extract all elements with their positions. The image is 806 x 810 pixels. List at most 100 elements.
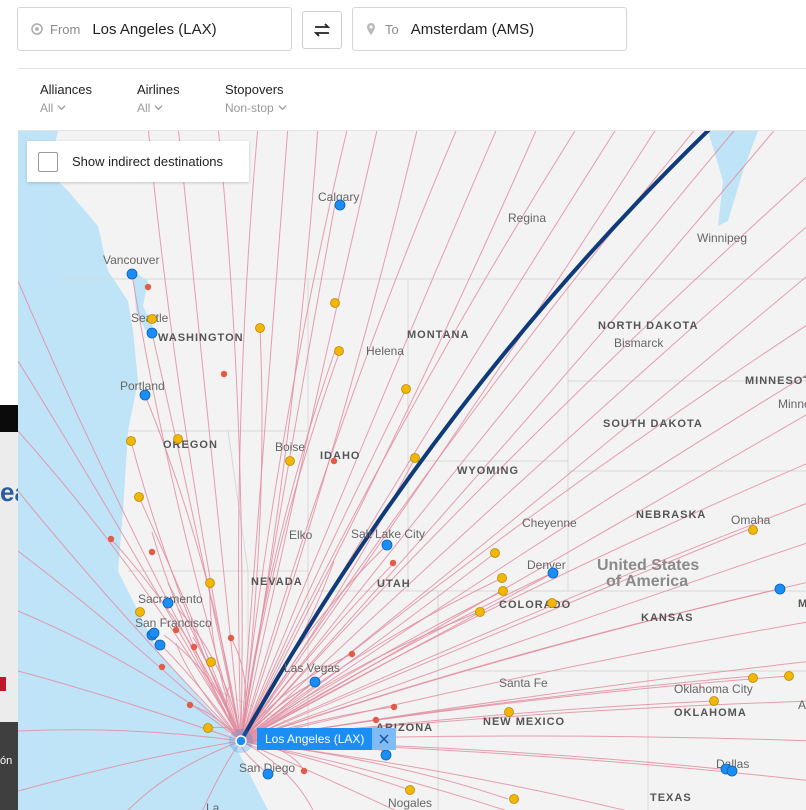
seasonal-airport-marker[interactable] (504, 707, 514, 717)
direct-airport-marker[interactable] (334, 199, 346, 211)
seasonal-airport-marker[interactable] (497, 573, 507, 583)
filter-title: Stopovers (225, 82, 284, 97)
origin-airport-marker[interactable] (235, 735, 247, 747)
direct-airport-marker[interactable] (547, 567, 559, 579)
from-value[interactable]: Los Angeles (LAX) (92, 21, 216, 38)
seasonal-airport-marker[interactable] (135, 607, 145, 617)
indirect-destinations-toggle[interactable]: Show indirect destinations (27, 141, 249, 182)
filter-alliances[interactable]: Alliances All (40, 82, 92, 117)
direct-airport-marker[interactable] (309, 676, 321, 688)
seasonal-airport-marker[interactable] (147, 314, 157, 324)
direct-airport-marker[interactable] (154, 639, 166, 651)
map-canvas[interactable]: WASHINGTON OREGON IDAHO MONTANA WYOMING NEVAD… (18, 131, 806, 810)
origin-tag[interactable]: Los Angeles (LAX) (257, 728, 397, 750)
seasonal-airport-marker[interactable] (547, 598, 557, 608)
filter-value: Non-stop (225, 101, 274, 115)
other-airport-marker[interactable] (390, 703, 398, 711)
seasonal-airport-marker[interactable] (401, 384, 411, 394)
filter-airlines[interactable]: Airlines All (137, 82, 180, 117)
indirect-checkbox[interactable] (38, 151, 58, 172)
city-label: Denver (527, 558, 566, 572)
sidebar-text-2: ón (0, 755, 13, 767)
city-label: Cheyenne (522, 516, 577, 530)
close-icon[interactable] (372, 728, 397, 750)
city-label: Vancouver (103, 253, 159, 267)
direct-airport-marker[interactable] (139, 389, 151, 401)
city-label: Helena (366, 344, 404, 358)
city-label: Oklahoma City (674, 682, 753, 696)
state-label: WASHINGTON (158, 332, 244, 344)
swap-button[interactable] (302, 11, 342, 49)
seasonal-airport-marker[interactable] (126, 436, 136, 446)
seasonal-airport-marker[interactable] (748, 525, 758, 535)
seasonal-airport-marker[interactable] (490, 548, 500, 558)
sidebar-fragment: ea ón (0, 405, 29, 810)
seasonal-airport-marker[interactable] (173, 434, 183, 444)
state-label: WYOMING (457, 465, 519, 477)
route-line (240, 131, 656, 742)
state-label: OKLAHOMA (674, 707, 747, 719)
chevron-down-icon (278, 105, 287, 111)
route-line (240, 131, 289, 742)
filter-value: All (40, 101, 54, 115)
to-value[interactable]: Amsterdam (AMS) (411, 21, 534, 38)
seasonal-airport-marker[interactable] (330, 298, 340, 308)
state-label: TEXAS (650, 792, 692, 804)
seasonal-airport-marker[interactable] (203, 723, 213, 733)
route-line (240, 131, 319, 742)
city-label: Boise (275, 440, 305, 454)
route-line (240, 740, 626, 810)
route-line (240, 131, 695, 742)
other-airport-marker[interactable] (348, 650, 356, 658)
seasonal-airport-marker[interactable] (255, 323, 265, 333)
seasonal-airport-marker[interactable] (285, 456, 295, 466)
seasonal-airport-marker[interactable] (784, 671, 794, 681)
from-field[interactable]: From Los Angeles (LAX) (17, 7, 292, 51)
seasonal-airport-marker[interactable] (475, 607, 485, 617)
other-airport-marker[interactable] (186, 701, 194, 709)
other-airport-marker[interactable] (144, 283, 152, 291)
other-airport-marker[interactable] (172, 626, 180, 634)
state-label: NEW MEXICO (483, 716, 565, 728)
filter-bar: Alliances All Airlines All Stopovers Non… (18, 69, 806, 131)
seasonal-airport-marker[interactable] (748, 673, 758, 683)
other-airport-marker[interactable] (190, 643, 198, 651)
direct-airport-marker[interactable] (381, 539, 393, 551)
direct-airport-marker[interactable] (380, 749, 392, 761)
seasonal-airport-marker[interactable] (205, 578, 215, 588)
seasonal-airport-marker[interactable] (498, 586, 508, 596)
route-map[interactable]: WASHINGTON OREGON IDAHO MONTANA WYOMING NEVAD… (18, 131, 806, 810)
seasonal-airport-marker[interactable] (410, 453, 420, 463)
seasonal-airport-marker[interactable] (134, 492, 144, 502)
seasonal-airport-marker[interactable] (509, 794, 519, 804)
state-label: IDAHO (320, 450, 360, 462)
state-label: SOUTH DAKOTA (603, 418, 703, 430)
to-field[interactable]: To Amsterdam (AMS) (352, 7, 627, 51)
direct-airport-marker[interactable] (726, 765, 738, 777)
route-line (240, 131, 616, 742)
direct-airport-marker[interactable] (148, 627, 160, 639)
other-airport-marker[interactable] (158, 663, 166, 671)
filter-stopovers[interactable]: Stopovers Non-stop (225, 82, 287, 117)
direct-airport-marker[interactable] (774, 583, 786, 595)
city-label: Salt Lake City (351, 527, 425, 541)
direct-airport-marker[interactable] (262, 768, 274, 780)
direct-airport-marker[interactable] (162, 597, 174, 609)
direct-airport-marker[interactable] (146, 327, 158, 339)
seasonal-airport-marker[interactable] (206, 657, 216, 667)
other-airport-marker[interactable] (389, 559, 397, 567)
other-airport-marker[interactable] (220, 370, 228, 378)
filter-value: All (137, 101, 151, 115)
seasonal-airport-marker[interactable] (405, 785, 415, 795)
city-label: Las Vegas (284, 661, 340, 675)
other-airport-marker[interactable] (107, 535, 115, 543)
other-airport-marker[interactable] (148, 548, 156, 556)
seasonal-airport-marker[interactable] (334, 346, 344, 356)
other-airport-marker[interactable] (330, 457, 338, 465)
direct-airport-marker[interactable] (126, 268, 138, 280)
other-airport-marker[interactable] (300, 767, 308, 775)
other-airport-marker[interactable] (227, 634, 235, 642)
other-airport-marker[interactable] (372, 716, 380, 724)
seasonal-airport-marker[interactable] (709, 696, 719, 706)
indirect-label: Show indirect destinations (72, 154, 224, 169)
